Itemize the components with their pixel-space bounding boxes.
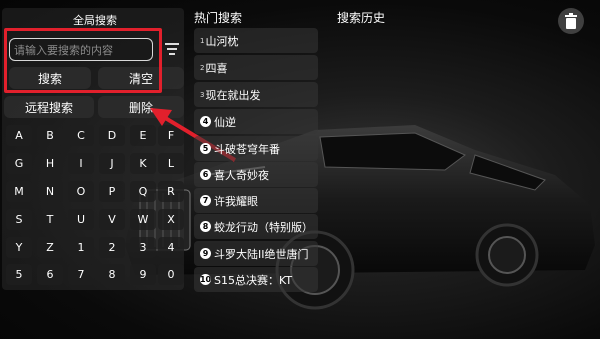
key-1[interactable]: 1 [68, 237, 94, 258]
rank-1: 1 [200, 36, 205, 45]
hot-item[interactable]: 5 斗破苍穹年番 [194, 136, 318, 161]
key-i[interactable]: I [68, 153, 94, 174]
key-x[interactable]: X [158, 209, 184, 230]
search-history-title: 搜索历史 [337, 11, 386, 25]
key-q[interactable]: Q [130, 181, 156, 202]
rank-6: 6 [200, 169, 211, 180]
rank-5: 5 [200, 143, 211, 154]
key-7[interactable]: 7 [68, 264, 94, 285]
hot-item-label: 四喜 [205, 61, 228, 75]
rank-8: 8 [200, 221, 211, 232]
hot-item[interactable]: 1 山河枕 [194, 28, 318, 53]
key-b[interactable]: B [37, 125, 63, 146]
key-v[interactable]: V [99, 209, 125, 230]
rank-7: 7 [200, 195, 211, 206]
hot-item[interactable]: 3 现在就出发 [194, 82, 318, 107]
hot-search-title: 热门搜索 [194, 11, 243, 25]
key-6[interactable]: 6 [37, 264, 63, 285]
key-a[interactable]: A [6, 125, 32, 146]
hot-item-label: 斗罗大陆II绝世唐门 [214, 247, 309, 261]
key-g[interactable]: G [6, 153, 32, 174]
key-4[interactable]: 4 [158, 237, 184, 258]
key-s[interactable]: S [6, 209, 32, 230]
key-m[interactable]: M [6, 181, 32, 202]
key-o[interactable]: O [68, 181, 94, 202]
key-8[interactable]: 8 [99, 264, 125, 285]
key-r[interactable]: R [158, 181, 184, 202]
hot-item-label: 现在就出发 [205, 88, 261, 102]
trash-icon [565, 13, 577, 29]
key-y[interactable]: Y [6, 237, 32, 258]
hot-item-label: 许我耀眼 [214, 194, 258, 208]
hot-item[interactable]: 6 喜人奇妙夜 [194, 162, 318, 187]
key-u[interactable]: U [68, 209, 94, 230]
rank-9: 9 [200, 248, 211, 259]
key-z[interactable]: Z [37, 237, 63, 258]
key-d[interactable]: D [99, 125, 125, 146]
key-h[interactable]: H [37, 153, 63, 174]
hot-item[interactable]: 9 斗罗大陆II绝世唐门 [194, 241, 318, 266]
key-9[interactable]: 9 [130, 264, 156, 285]
hot-item[interactable]: 7 许我耀眼 [194, 188, 318, 213]
key-3[interactable]: 3 [130, 237, 156, 258]
highlight-box [4, 28, 162, 93]
global-search-title: 全局搜索 [73, 14, 117, 27]
hot-item-label: 喜人奇妙夜 [214, 168, 269, 182]
key-j[interactable]: J [99, 153, 125, 174]
key-0[interactable]: 0 [158, 264, 184, 285]
hot-item-label: 蛟龙行动（特别版） [214, 220, 313, 234]
remote-search-button[interactable]: 远程搜索 [4, 96, 94, 118]
key-t[interactable]: T [37, 209, 63, 230]
rank-10: 10 [199, 274, 212, 285]
key-w[interactable]: W [130, 209, 156, 230]
hot-item-label: 仙逆 [214, 115, 236, 129]
key-n[interactable]: N [37, 181, 63, 202]
rank-2: 2 [200, 63, 205, 72]
hot-item[interactable]: 10 S15总决赛：KT [194, 267, 318, 292]
hot-item[interactable]: 2 四喜 [194, 55, 318, 80]
key-c[interactable]: C [68, 125, 94, 146]
hot-item[interactable]: 4 仙逆 [194, 109, 318, 134]
trash-button[interactable] [558, 8, 584, 34]
rank-4: 4 [200, 116, 211, 127]
key-2[interactable]: 2 [99, 237, 125, 258]
key-5[interactable]: 5 [6, 264, 32, 285]
hot-item-label: 山河枕 [205, 34, 239, 48]
filter-icon[interactable] [162, 39, 182, 59]
hot-item-label: 斗破苍穹年番 [214, 142, 280, 156]
hot-item-label: S15总决赛：KT [214, 273, 293, 287]
rank-3: 3 [200, 90, 205, 99]
hot-item[interactable]: 8 蛟龙行动（特别版） [194, 214, 318, 239]
key-p[interactable]: P [99, 181, 125, 202]
